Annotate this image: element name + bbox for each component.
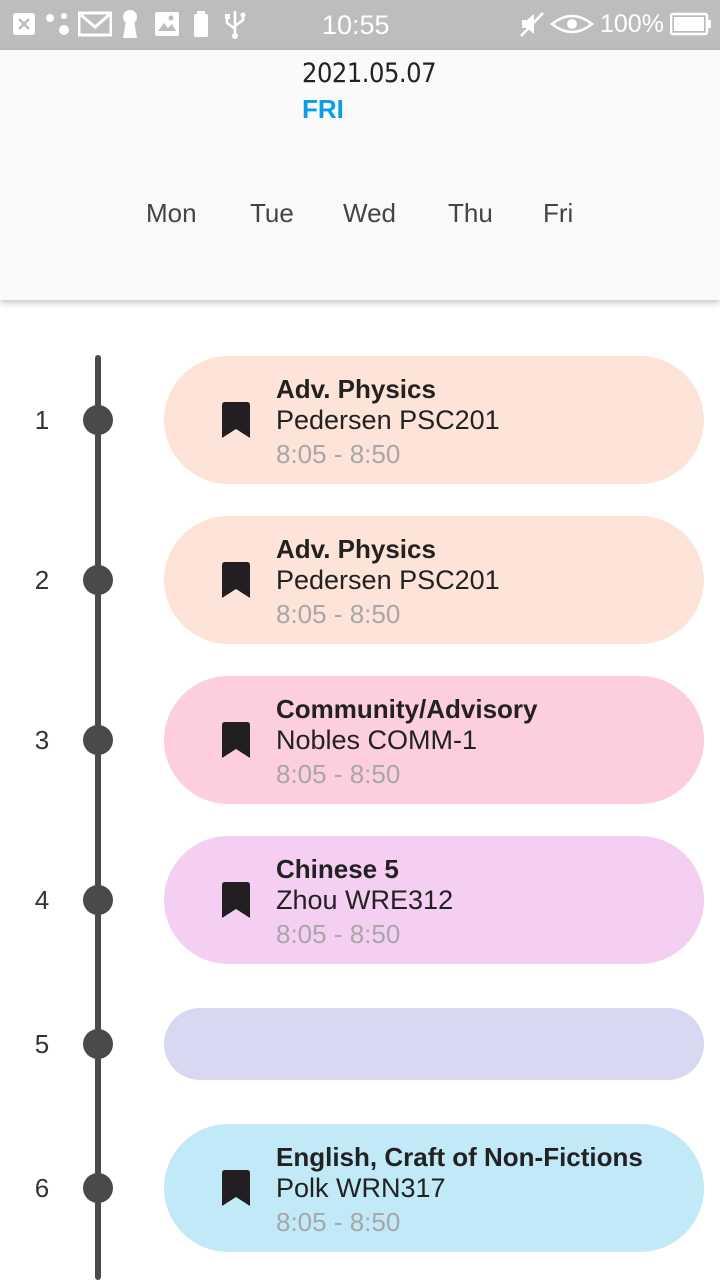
keyhole-icon bbox=[120, 10, 140, 38]
period-number: 4 bbox=[34, 885, 50, 915]
teacher-room: Zhou WRE312 bbox=[276, 885, 454, 915]
class-card[interactable]: Community/Advisory Nobles COMM-1 8:05 - … bbox=[164, 676, 704, 804]
period-number: 2 bbox=[34, 565, 50, 595]
share-dots-icon bbox=[44, 10, 74, 38]
battery-icon bbox=[670, 10, 712, 38]
weekday-tab-fri[interactable]: Fri bbox=[543, 198, 573, 229]
weekday-tab-mon[interactable]: Mon bbox=[146, 198, 197, 229]
weekday-tab-tue[interactable]: Tue bbox=[250, 198, 294, 229]
teacher-room: Pedersen PSC201 bbox=[276, 405, 500, 435]
battery-percent: 100% bbox=[600, 10, 664, 38]
timeline-dot bbox=[83, 565, 113, 595]
course-name: Adv. Physics bbox=[276, 534, 436, 564]
period-number: 3 bbox=[34, 725, 50, 755]
course-name: Community/Advisory bbox=[276, 694, 538, 724]
bookmark-icon[interactable] bbox=[221, 402, 251, 438]
class-card[interactable]: Chinese 5 Zhou WRE312 8:05 - 8:50 bbox=[164, 836, 704, 964]
class-card[interactable]: Adv. Physics Pedersen PSC201 8:05 - 8:50 bbox=[164, 356, 704, 484]
bookmark-icon[interactable] bbox=[221, 562, 251, 598]
course-name: Adv. Physics bbox=[276, 374, 436, 404]
empty-period-card[interactable] bbox=[164, 1008, 704, 1080]
bookmark-icon[interactable] bbox=[221, 1170, 251, 1206]
class-time: 8:05 - 8:50 bbox=[276, 759, 401, 789]
class-time: 8:05 - 8:50 bbox=[276, 919, 401, 949]
battery-small-icon bbox=[192, 10, 210, 38]
period-number: 1 bbox=[34, 405, 50, 435]
timeline-dot bbox=[83, 1029, 113, 1059]
bookmark-icon[interactable] bbox=[221, 722, 251, 758]
timeline-line bbox=[95, 355, 101, 1280]
teacher-room: Polk WRN317 bbox=[276, 1173, 446, 1203]
class-card[interactable]: Adv. Physics Pedersen PSC201 8:05 - 8:50 bbox=[164, 516, 704, 644]
class-time: 8:05 - 8:50 bbox=[276, 1207, 401, 1237]
course-name: English, Craft of Non-Fictions bbox=[276, 1142, 643, 1172]
current-weekday: FRI bbox=[302, 94, 344, 124]
status-bar: 10:55 100% bbox=[0, 0, 720, 50]
teacher-room: Nobles COMM-1 bbox=[276, 725, 478, 755]
status-time: 10:55 bbox=[322, 10, 390, 40]
image-icon bbox=[154, 10, 180, 38]
teacher-room: Pedersen PSC201 bbox=[276, 565, 500, 595]
period-number: 6 bbox=[34, 1173, 50, 1203]
class-time: 8:05 - 8:50 bbox=[276, 599, 401, 629]
usb-icon bbox=[222, 10, 248, 39]
timeline-dot bbox=[83, 725, 113, 755]
bookmark-icon[interactable] bbox=[221, 882, 251, 918]
weekday-tab-thu[interactable]: Thu bbox=[448, 198, 493, 229]
course-name: Chinese 5 bbox=[276, 854, 399, 884]
timeline-dot bbox=[83, 1173, 113, 1203]
period-number: 5 bbox=[34, 1029, 50, 1059]
timeline-dot bbox=[83, 405, 113, 435]
current-date: 2021.05.07 bbox=[302, 58, 437, 89]
mute-icon bbox=[518, 10, 546, 38]
weekday-tab-wed[interactable]: Wed bbox=[343, 198, 396, 229]
class-card[interactable]: English, Craft of Non-Fictions Polk WRN3… bbox=[164, 1124, 704, 1252]
eye-icon bbox=[550, 10, 594, 38]
gmail-icon bbox=[78, 10, 112, 38]
class-time: 8:05 - 8:50 bbox=[276, 439, 401, 469]
date-header: 2021.05.07 FRI Mon Tue Wed Thu Fri bbox=[0, 50, 720, 300]
timeline-dot bbox=[83, 885, 113, 915]
close-notification-icon bbox=[12, 10, 36, 38]
